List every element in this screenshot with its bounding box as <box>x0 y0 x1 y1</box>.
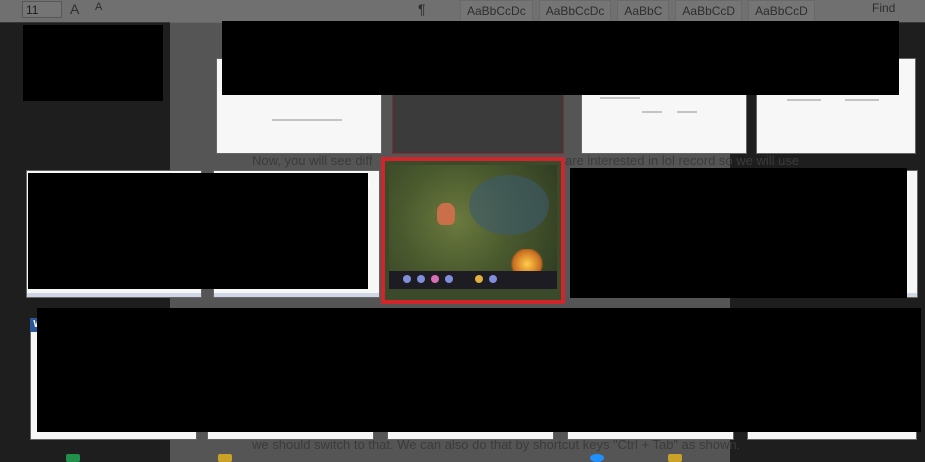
excel-taskbar-icon[interactable] <box>66 454 80 462</box>
style-title[interactable]: AaBbCcD <box>748 0 815 22</box>
doc-line-top-end: are interested in lol record so we will … <box>565 153 800 168</box>
find-button[interactable]: Find <box>872 1 895 15</box>
style-normal[interactable]: AaBbCcDc <box>460 0 533 22</box>
redaction-box <box>222 21 899 95</box>
taskbar-icon[interactable] <box>668 454 682 462</box>
selected-window-game[interactable] <box>381 157 565 304</box>
pilcrow-icon[interactable]: ¶ <box>418 1 426 17</box>
game-hud <box>389 271 557 289</box>
redaction-box <box>28 173 368 289</box>
font-size-box[interactable]: 11 <box>22 1 62 18</box>
style-no-spacing[interactable]: AaBbCcDc <box>538 0 612 22</box>
styles-gallery[interactable]: AaBbCcDc AaBbCcDc AaBbC AaBbCcD AaBbCcD <box>460 0 815 22</box>
redaction-box <box>37 308 921 432</box>
champion-figure <box>437 203 455 225</box>
word-ribbon: 11 A A ¶ AaBbCcDc AaBbCcDc AaBbC AaBbCcD… <box>0 0 925 23</box>
style-heading1[interactable]: AaBbC <box>617 0 670 22</box>
redaction-box <box>23 25 163 101</box>
redaction-box <box>570 168 907 298</box>
game-screenshot <box>389 165 557 289</box>
doc-line-top: Now, you will see diff <box>252 153 373 168</box>
shrink-font-icon[interactable]: A <box>95 1 102 13</box>
grow-font-icon[interactable]: A <box>70 1 79 17</box>
taskbar-icon[interactable] <box>590 454 604 462</box>
style-heading2[interactable]: AaBbCcD <box>675 0 743 22</box>
taskbar-icon[interactable] <box>218 454 232 462</box>
